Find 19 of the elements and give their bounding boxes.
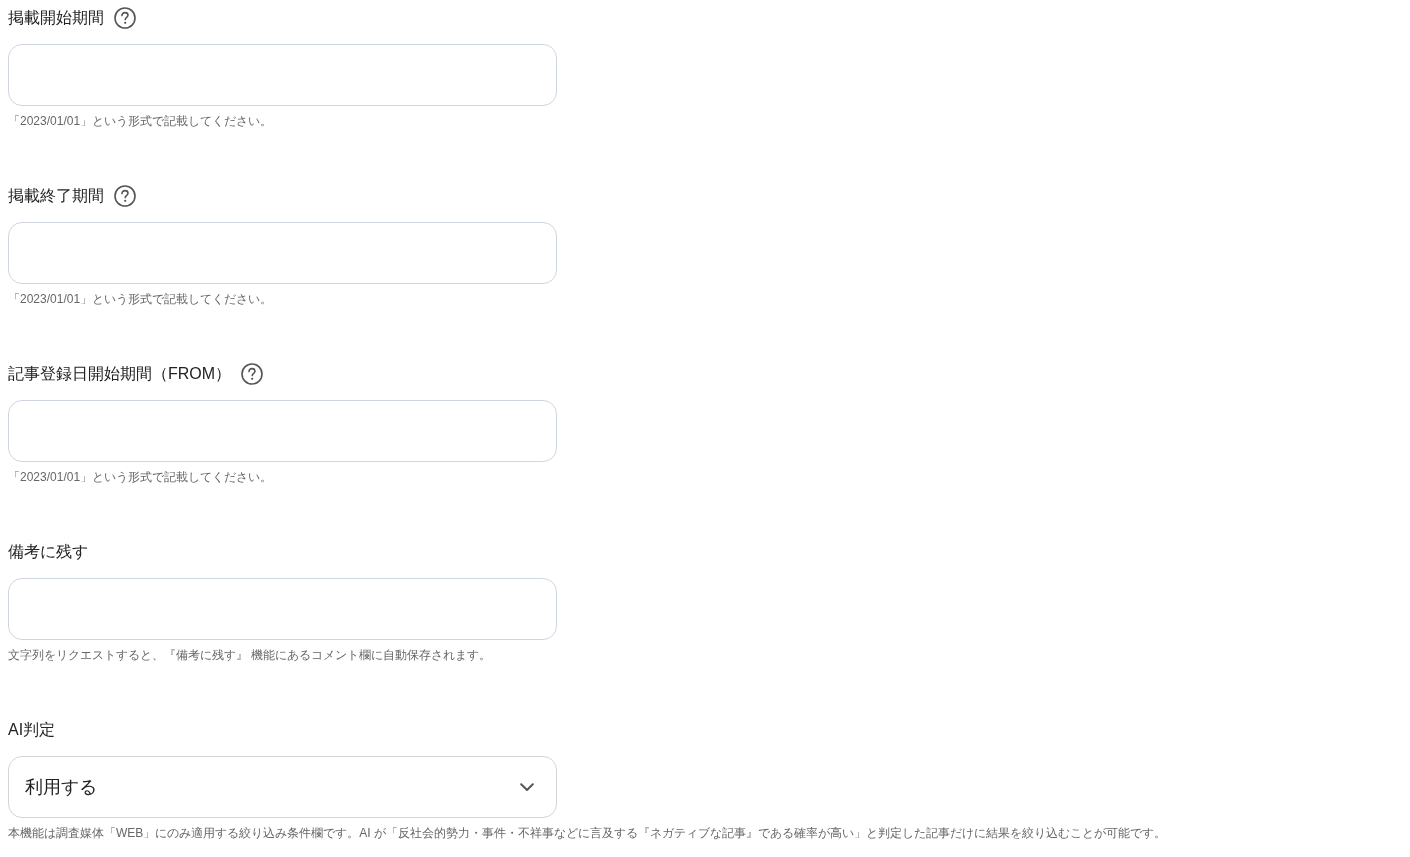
help-icon[interactable] [114,7,136,29]
helper-text: 「2023/01/01」という形式で記載してください。 [8,113,273,130]
text-input-field[interactable] [8,44,557,106]
field-label: 掲載開始期間 [8,8,104,28]
helper-text: 「2023/01/01」という形式で記載してください。 [8,291,273,308]
field-label: AI判定 [8,720,56,740]
helper-text: 文字列をリクエストすると、『備考に残す』 機能にあるコメント欄に自動保存されます。 [8,647,492,664]
text-input-field[interactable] [8,400,557,462]
dropdown-select[interactable]: 利用する [8,756,557,818]
text-input-field[interactable] [8,578,557,640]
field-label: 掲載終了期間 [8,186,104,206]
text-input-field[interactable] [8,222,557,284]
field-label: 記事登録日開始期間（FROM） [8,364,232,384]
helper-text: 本機能は調査媒体「WEB」にのみ適用する絞り込み条件欄です。AI が「反社会的勢力・事件・不祥事などに言及する『ネガティブな記事』である確率が高い」と判定した記事だけに結果を絞り込むことが可能です。 [8,825,1166,842]
field-label: 備考に残す [8,542,88,562]
help-icon[interactable] [241,363,264,385]
chevron-down-icon [520,782,534,792]
help-icon[interactable] [114,185,136,207]
helper-text: 「2023/01/01」という形式で記載してください。 [8,469,273,486]
